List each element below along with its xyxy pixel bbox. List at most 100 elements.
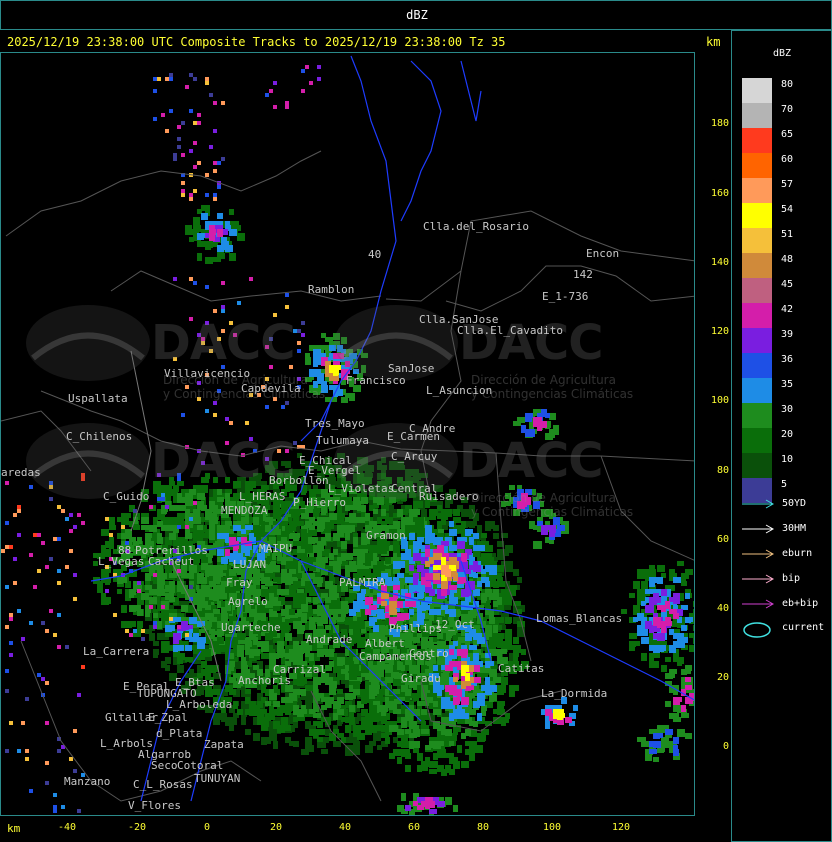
place-label: Borbollon: [269, 474, 329, 487]
place-label: C_Chilenos: [66, 430, 133, 443]
arrow-icon: [742, 599, 775, 609]
place-label: Gramon: [366, 529, 406, 542]
y-axis: 180 160 140 120 100 80 60 40 20 0: [695, 52, 731, 816]
place-label: Anchoris: [238, 674, 291, 687]
place-label: 40: [368, 248, 382, 261]
track-legend-label: 30HM: [782, 523, 807, 534]
place-label: Tres_Mayo: [305, 417, 365, 430]
legend-swatch-label: 60: [781, 154, 794, 165]
arrow-icon: [742, 499, 775, 509]
place-label: E_Carmen: [387, 430, 440, 443]
place-label: Villavicencio: [164, 367, 251, 380]
place-label: La_Dormida: [541, 687, 608, 700]
place-label: L_Arboleda: [166, 698, 233, 711]
x-axis: -40 -20 0 20 40 60 80 100 120: [0, 816, 731, 842]
x-tick-label: -40: [57, 822, 77, 833]
place-label: L_Asuncion: [426, 384, 493, 397]
track-legend-label: 50YD: [782, 498, 807, 509]
y-tick-label: 140: [710, 257, 729, 268]
track-legend-label: bip: [782, 573, 801, 584]
legend-swatch-label: 80: [781, 79, 794, 90]
legend-swatch: [742, 203, 772, 228]
place-label: Clla.del_Rosario: [423, 220, 529, 233]
arrow-icon: [742, 524, 775, 534]
legend-swatch-label: 45: [781, 279, 794, 290]
place-label: P_Hierro: [293, 496, 346, 509]
y-axis-unit: km: [706, 35, 721, 49]
place-label: L_Violetas: [328, 482, 395, 495]
legend-swatch: [742, 103, 772, 128]
ellipse-icon: [743, 622, 771, 638]
place-label: MENDOZA: [221, 504, 268, 517]
legend-swatch-label: 57: [781, 179, 794, 190]
place-label: Catitas: [498, 662, 545, 675]
place-label: Cacheut: [148, 555, 195, 568]
track-legend-item: eburn: [742, 548, 832, 562]
place-label: aredas: [1, 466, 41, 479]
legend-swatch-label: 20: [781, 429, 794, 440]
legend-title: dBZ: [772, 48, 792, 59]
legend-swatch: [742, 128, 772, 153]
legend-swatch-label: 35: [781, 379, 794, 390]
dacc-logo-icon: [26, 305, 150, 381]
legend-swatch-label: 30: [781, 404, 794, 415]
place-label: 12_Oct: [435, 618, 475, 631]
legend-swatch: [742, 403, 772, 428]
track-legend-label: eburn: [782, 548, 813, 559]
legend-swatch-label: 5: [781, 479, 788, 490]
legend-swatch-label: 48: [781, 254, 794, 265]
place-label: Lomas_Blancas: [536, 612, 623, 625]
y-tick-label: 120: [710, 326, 729, 337]
current-cell-legend-item: current: [742, 622, 832, 638]
x-tick-label: 120: [611, 822, 631, 833]
legend-swatch: [742, 178, 772, 203]
place-label: Andrade: [306, 633, 353, 646]
place-label: LUJAN: [233, 558, 267, 571]
legend-swatch: [742, 453, 772, 478]
legend-swatch: [742, 378, 772, 403]
place-label: 142: [573, 268, 593, 281]
legend-swatch-label: 10: [781, 454, 794, 465]
watermark-subtitle: Dirección de Agricultura y Contingencias …: [471, 491, 634, 519]
y-tick-label: 0: [722, 741, 729, 752]
track-legend-item: eb+bip: [742, 598, 832, 612]
place-label: Manzano: [64, 775, 111, 788]
legend-swatch: [742, 353, 772, 378]
legend-swatch: [742, 228, 772, 253]
y-tick-label: 160: [710, 188, 729, 199]
place-label: Centro: [409, 647, 449, 660]
x-tick-label: 100: [542, 822, 562, 833]
place-label: V_Flores: [128, 799, 181, 812]
legend-swatch: [742, 428, 772, 453]
place-label: E_Zpal: [148, 711, 188, 724]
window-title: dBZ: [406, 8, 428, 22]
legend-swatch: [742, 278, 772, 303]
radar-map[interactable]: DACC Dirección de Agricultura y Contingen…: [0, 52, 695, 816]
legend-swatch: [742, 253, 772, 278]
place-label: Seco: [151, 759, 178, 772]
x-tick-label: 40: [338, 822, 352, 833]
dbz-legend: dBZ 80 70 65 60 57 54 51 48 45 42 39 36 35 30 20 10 5 50…: [731, 30, 832, 842]
track-legend-item: 30HM: [742, 523, 832, 537]
legend-swatch: [742, 153, 772, 178]
place-label: Clla.El_Cavadito: [457, 324, 563, 337]
x-tick-label: 60: [407, 822, 421, 833]
track-legend-item: bip: [742, 573, 832, 587]
legend-swatch-label: 39: [781, 329, 794, 340]
track-legend-label: eb+bip: [782, 598, 819, 609]
place-label: Encon: [586, 247, 620, 260]
y-tick-label: 20: [716, 672, 729, 683]
arrow-icon: [742, 549, 775, 559]
y-tick-label: 60: [716, 534, 729, 545]
x-tick-label: 20: [269, 822, 283, 833]
legend-swatch-label: 65: [781, 129, 794, 140]
place-label: d_Plata: [156, 727, 203, 740]
legend-swatch: [742, 303, 772, 328]
place-label: TUNUYAN: [194, 772, 241, 785]
place-label: La_Carrera: [83, 645, 150, 658]
place-label: Uspallata: [68, 392, 128, 405]
place-label: Capdevila: [241, 382, 301, 395]
place-label: Giradu: [401, 672, 441, 685]
legend-swatch-label: 70: [781, 104, 794, 115]
watermark-subtitle: Dirección de Agricultura y Contingencias …: [471, 373, 634, 401]
